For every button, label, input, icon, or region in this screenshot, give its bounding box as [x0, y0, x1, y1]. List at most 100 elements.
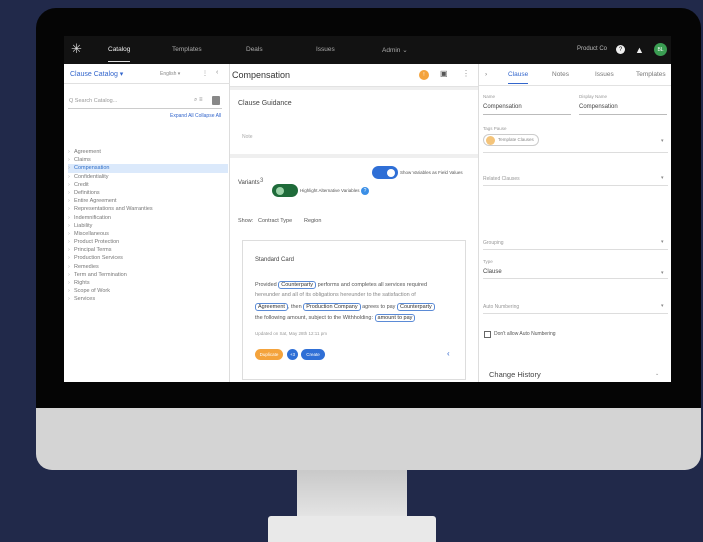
tree-item[interactable]: › Production Services [68, 254, 228, 262]
tree-item-label: Term and Termination [74, 271, 127, 278]
chevron-right-icon[interactable]: › [68, 156, 70, 164]
avatar[interactable]: BL [654, 43, 667, 56]
highlight-variables-toggle[interactable] [272, 184, 298, 197]
variant-count-badge[interactable]: +3 [287, 349, 298, 360]
variable-pill[interactable]: Agreement [255, 303, 288, 311]
field-values-toggle[interactable] [372, 166, 398, 179]
add-clause-icon[interactable] [212, 96, 220, 105]
help-icon[interactable]: ? [616, 45, 625, 54]
tab-templates[interactable]: Templates [636, 71, 666, 78]
tree-item[interactable]: › Credit [68, 181, 228, 189]
tree-item[interactable]: › Agreement [68, 148, 228, 156]
bell-icon[interactable]: ▲ [635, 44, 644, 55]
chevron-right-icon[interactable]: › [68, 238, 70, 246]
nav-tab-templates[interactable]: Templates [172, 46, 202, 53]
duplicate-button[interactable]: Duplicate [255, 349, 283, 360]
name-field[interactable]: Compensation [483, 104, 522, 110]
chevron-right-icon[interactable]: › [68, 173, 70, 181]
change-history-header[interactable]: Change History [489, 370, 541, 379]
tree-item[interactable]: › Entire Agreement [68, 197, 228, 205]
create-button[interactable]: Create [301, 349, 325, 360]
type-dropdown-icon[interactable]: ▾ [661, 270, 664, 276]
tree-item[interactable]: › Miscellaneous [68, 230, 228, 238]
clause-text-line: Agreement, then Production Company agree… [255, 303, 435, 311]
tree-item[interactable]: › Services [68, 295, 228, 303]
auto-numbering-field[interactable]: Auto Numbering [483, 304, 519, 310]
tab-clause[interactable]: Clause [508, 71, 529, 84]
expand-collapse-links[interactable]: Expand All Collapse All [170, 113, 221, 119]
guidance-note-field[interactable]: Note [242, 134, 253, 140]
tree-item[interactable]: › Indemnification [68, 214, 228, 222]
tree-item[interactable]: › Scope of Work [68, 287, 228, 295]
variant-card[interactable]: Standard Card Provided Counterparty perf… [242, 240, 466, 380]
tags-dropdown-icon[interactable]: ▾ [661, 138, 664, 144]
auto-numbering-checkbox[interactable] [484, 331, 491, 338]
variable-pill[interactable]: amount to pay [374, 314, 416, 322]
more-menu-icon[interactable]: ⋮ [202, 70, 208, 77]
chevron-right-icon[interactable]: › [68, 287, 70, 295]
catalog-sidebar: Clause Catalog ▾ English ▾ ⋮ ‹ Q Search … [64, 64, 230, 382]
chevron-right-icon[interactable]: › [68, 189, 70, 197]
chevron-right-icon[interactable]: › [68, 205, 70, 213]
search-box[interactable]: Q Search Catalog... ⌕ ≡ [68, 96, 222, 109]
catalog-title-dropdown[interactable]: Clause Catalog ▾ [70, 70, 123, 78]
tree-item[interactable]: › Product Protection [68, 238, 228, 246]
tree-item[interactable]: › Remedies [68, 263, 228, 271]
grouping-field[interactable]: Grouping [483, 240, 504, 246]
tree-item[interactable]: › Rights [68, 279, 228, 287]
chevron-right-icon[interactable]: › [68, 271, 70, 279]
clause-text: performs and completes all services requ… [317, 282, 428, 288]
chevron-right-icon[interactable]: › [68, 263, 70, 271]
chevron-right-icon[interactable]: › [68, 295, 70, 303]
chevron-right-icon[interactable]: › [68, 222, 70, 230]
more-menu-icon[interactable]: ⋮ [462, 69, 470, 78]
grouping-dropdown-icon[interactable]: ▾ [661, 239, 664, 245]
comment-icon[interactable]: ▣ [440, 69, 448, 78]
chevron-right-icon[interactable]: › [68, 181, 70, 189]
tree-item[interactable]: › Representations and Warranties [68, 205, 228, 213]
chevron-right-icon[interactable]: › [68, 254, 70, 262]
related-dropdown-icon[interactable]: ▾ [661, 175, 664, 181]
filter-region[interactable]: Region [304, 218, 321, 224]
filter-contract-type[interactable]: Contract Type [258, 218, 292, 224]
tree-item[interactable]: › Claims [68, 156, 228, 164]
tree-item[interactable]: › Compensation [68, 164, 228, 173]
variable-pill[interactable]: Counterparty [396, 303, 435, 311]
chevron-right-icon[interactable]: › [68, 230, 70, 238]
nav-tab-admin[interactable]: Admin ⌄ [382, 46, 408, 54]
display-name-field[interactable]: Compensation [579, 104, 618, 110]
tree-item[interactable]: › Confidentiality [68, 173, 228, 181]
search-options-icon[interactable]: ⌕ ≡ [194, 97, 203, 104]
collapse-panel-icon[interactable]: ‹ [216, 69, 218, 76]
tree-item[interactable]: › Principal Terms [68, 246, 228, 254]
variable-pill[interactable]: Production Company [303, 303, 361, 311]
chevron-right-icon[interactable]: › [68, 279, 70, 287]
tree-item[interactable]: › Liability [68, 222, 228, 230]
language-filter[interactable]: English ▾ [160, 71, 180, 77]
collapse-panel-button[interactable]: › [485, 71, 487, 78]
numbering-dropdown-icon[interactable]: ▾ [661, 303, 664, 309]
nav-tab-catalog[interactable]: Catalog [108, 46, 131, 62]
status-badge[interactable]: ! [419, 70, 429, 80]
chevron-right-icon[interactable]: › [68, 164, 70, 172]
tree-item[interactable]: › Term and Termination [68, 271, 228, 279]
chevron-down-icon[interactable]: ⌄ [655, 371, 659, 377]
tab-notes[interactable]: Notes [552, 71, 569, 78]
nav-tab-issues[interactable]: Issues [316, 46, 335, 53]
type-field[interactable]: Clause [483, 269, 502, 275]
tab-issues[interactable]: Issues [595, 71, 614, 78]
chevron-right-icon[interactable]: › [68, 214, 70, 222]
template-clauses-chip[interactable]: Template Clauses [483, 134, 539, 146]
related-clauses-field[interactable]: Related Clauses [483, 176, 520, 182]
info-icon[interactable]: ? [361, 187, 369, 195]
nav-tab-deals[interactable]: Deals [246, 46, 263, 53]
chevron-right-icon[interactable]: › [68, 148, 70, 156]
chevron-right-icon[interactable]: › [68, 197, 70, 205]
tree-item[interactable]: › Definitions [68, 189, 228, 197]
chevron-right-icon[interactable]: › [68, 246, 70, 254]
variable-pill[interactable]: Counterparty [278, 281, 317, 289]
app-logo-icon[interactable]: ✳ [71, 41, 82, 57]
search-input[interactable]: Q Search Catalog... [69, 98, 117, 104]
org-switcher[interactable]: Product Co [577, 46, 607, 52]
previous-variant-button[interactable]: ‹ [447, 349, 450, 358]
